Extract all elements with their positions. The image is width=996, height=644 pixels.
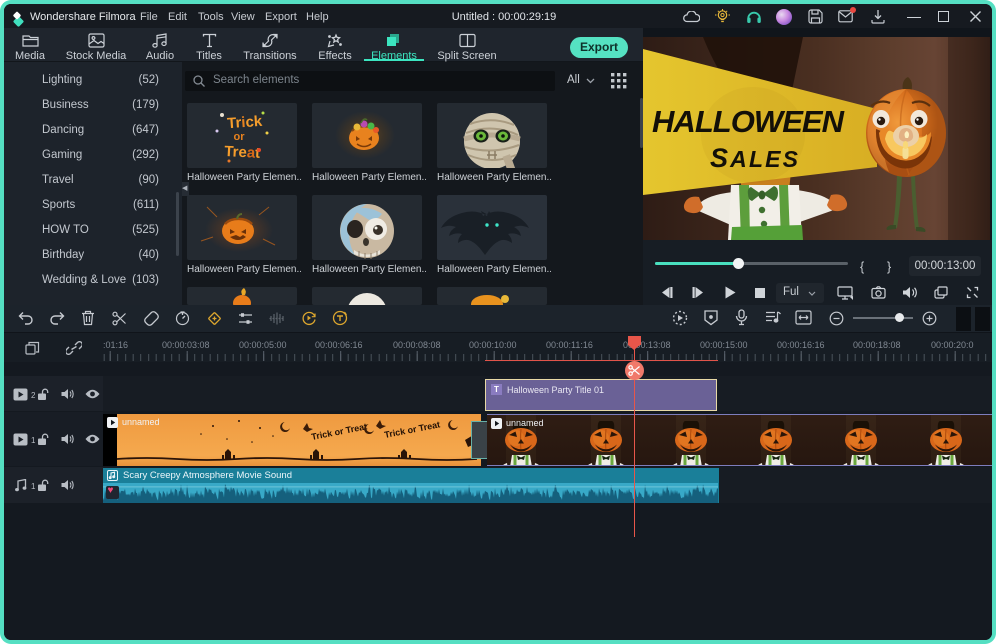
svg-text:or: or <box>234 131 246 143</box>
svg-text:Treat: Treat <box>224 143 261 162</box>
svg-text:SALES: SALES <box>710 143 799 173</box>
svg-text:Trick: Trick <box>227 113 264 132</box>
svg-text:HALLOWEEN: HALLOWEEN <box>652 104 845 139</box>
